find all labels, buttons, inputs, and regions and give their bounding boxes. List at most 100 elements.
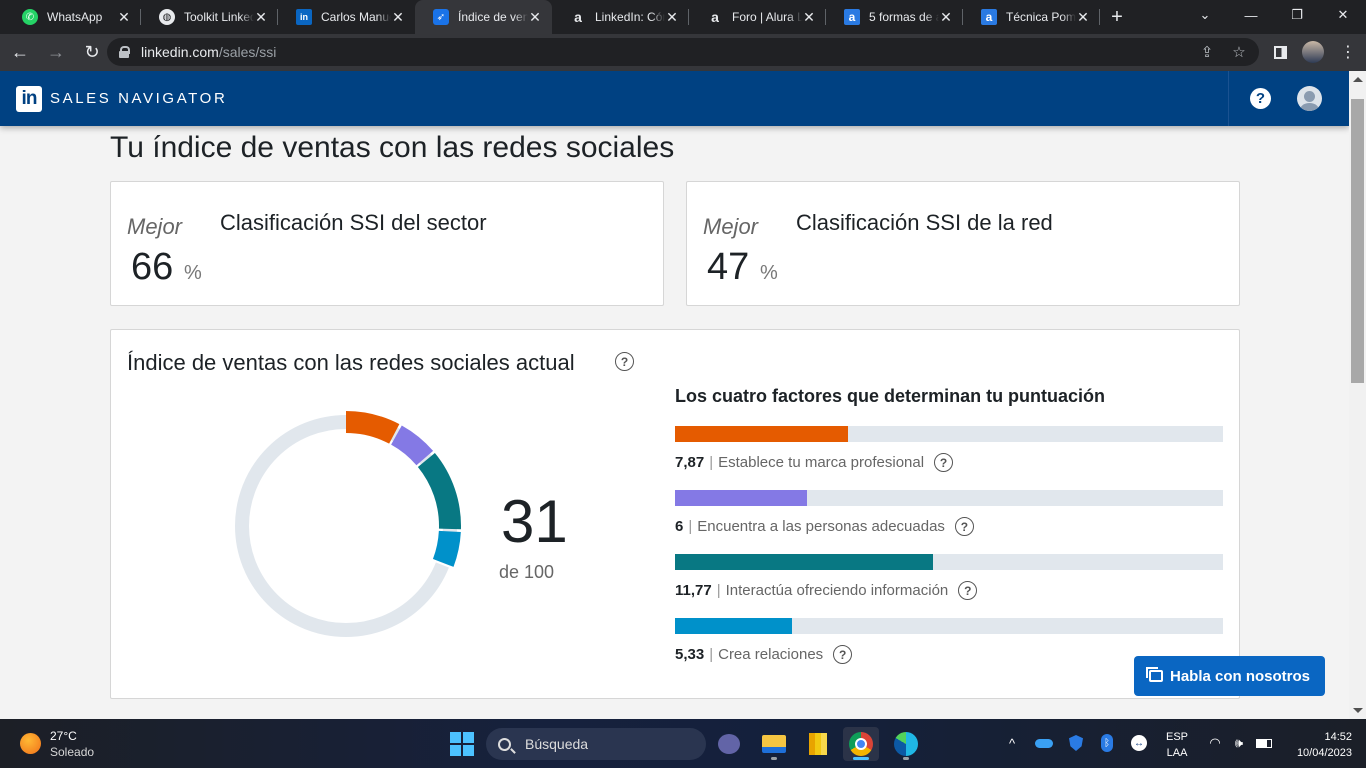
rank-unit: % [760, 262, 778, 284]
page-scrollbar[interactable] [1349, 71, 1366, 719]
power-bi-icon [809, 733, 827, 755]
network-rank-card: Mejor Clasificación SSI de la red 47 % [686, 181, 1240, 306]
browser-tab[interactable]: a Foro | Alura Latam✕ [689, 0, 826, 34]
close-tab-icon[interactable]: ✕ [939, 9, 953, 26]
tab-title: Toolkit LinkedIn [184, 10, 254, 24]
separator: | [688, 518, 693, 535]
close-tab-icon[interactable]: ✕ [802, 9, 816, 26]
browser-tab[interactable]: in Carlos Manuel ✕ [278, 0, 415, 34]
factor-value: 11,77 [675, 582, 712, 599]
factors-title: Los cuatro factores que determinan tu pu… [675, 386, 1106, 406]
scroll-down-arrow[interactable] [1353, 708, 1363, 713]
taskbar-search[interactable]: Búsqueda [486, 728, 706, 760]
factor-label-row: 11,77 | Interactúa ofreciendo información? [675, 581, 1223, 600]
alura-icon: a [711, 9, 719, 25]
share-icon[interactable]: ⇪ [1193, 38, 1221, 66]
folder-icon [762, 735, 786, 753]
browser-tab[interactable]: a LinkedIn: Cómo✕ [552, 0, 689, 34]
menu-icon[interactable]: ⋮ [1334, 38, 1362, 66]
factor-label: Encuentra a las personas adecuadas [697, 518, 945, 535]
volume-icon[interactable]: 🕪 [1230, 733, 1248, 753]
factor-label-row: 7,87 | Establece tu marca profesional? [675, 453, 1223, 472]
edge-icon [894, 732, 918, 756]
whatsapp-icon: ✆ [22, 9, 38, 25]
sun-weather-icon[interactable] [20, 733, 41, 754]
security-warning-icon[interactable] [1068, 733, 1084, 753]
linkedin-logo[interactable]: in [16, 86, 42, 112]
help-circle-icon[interactable]: ? [954, 517, 974, 536]
factor-value: 5,33 [675, 646, 705, 663]
battery-icon[interactable] [1254, 733, 1274, 753]
globe-icon: ◍ [159, 9, 175, 25]
compass-icon: ➶ [433, 9, 449, 25]
help-circle-icon[interactable]: ? [615, 352, 634, 371]
factor-value: 6 [675, 518, 684, 535]
close-tab-icon[interactable]: ✕ [1076, 9, 1090, 26]
weather-temperature[interactable]: 27°C [50, 729, 77, 743]
tab-search-icon[interactable]: ⌄ [1182, 0, 1228, 30]
app-name[interactable]: SALES NAVIGATOR [50, 90, 227, 107]
file-explorer-app[interactable] [756, 727, 792, 761]
lock-icon[interactable] [119, 46, 130, 58]
close-tab-icon[interactable]: ✕ [665, 9, 679, 26]
search-icon [498, 737, 511, 751]
rank-unit: % [184, 262, 202, 284]
user-avatar[interactable] [1297, 86, 1322, 111]
restore-button[interactable]: ❐ [1274, 0, 1320, 30]
alura-blue-icon: a [981, 9, 997, 25]
weather-condition[interactable]: Soleado [50, 745, 94, 759]
side-panel-icon[interactable] [1266, 38, 1294, 66]
chrome-app[interactable] [843, 727, 879, 761]
browser-tab[interactable]: a Técnica Pomodoro✕ [963, 0, 1100, 34]
edge-app[interactable] [888, 727, 924, 761]
browser-tab[interactable]: ◍ Toolkit LinkedIn✕ [141, 0, 278, 34]
browser-toolbar: ← → ↻ linkedin.com/sales/ssi ⇪ ☆ ⋮ [0, 34, 1366, 71]
reload-button[interactable]: ↻ [76, 37, 108, 69]
windows-start-icon[interactable] [450, 732, 474, 756]
browser-tab[interactable]: a 5 formas de a ✕ [826, 0, 963, 34]
forward-button[interactable]: → [40, 37, 72, 69]
factor-label: Interactúa ofreciendo información [725, 582, 949, 599]
address-bar[interactable]: linkedin.com/sales/ssi ⇪ ☆ [107, 38, 1259, 66]
tab-title: WhatsApp [47, 10, 103, 24]
factor-label: Crea relaciones [718, 646, 824, 663]
language-indicator[interactable]: ESP LAA [1166, 729, 1188, 761]
factor-item: 7,87 | Establece tu marca profesional? [675, 426, 1223, 472]
browser-tab[interactable]: ✆ WhatsApp ✕ [4, 0, 141, 34]
windows-taskbar: 27°C Soleado Búsqueda ^ ᛒ ↔ ESP LAA ◠ 🕪 … [0, 719, 1366, 768]
ssi-score-max: de 100 [499, 562, 555, 582]
bluetooth-icon[interactable]: ᛒ [1100, 733, 1114, 753]
back-button[interactable]: ← [4, 37, 36, 69]
onedrive-icon[interactable] [1034, 733, 1054, 753]
help-circle-icon[interactable]: ? [833, 645, 853, 664]
wifi-icon[interactable]: ◠ [1206, 733, 1224, 753]
help-icon[interactable]: ? [1250, 88, 1271, 109]
chat-with-us-button[interactable]: Habla con nosotros [1134, 656, 1325, 696]
url-path: /sales/ssi [218, 44, 277, 60]
system-clock[interactable]: 14:52 10/04/2023 [1284, 729, 1352, 761]
tray-overflow-chevron-icon[interactable]: ^ [1004, 733, 1020, 753]
donut-segment-4 [432, 530, 461, 567]
new-tab-button[interactable]: + [1100, 0, 1134, 34]
minimize-button[interactable]: — [1228, 0, 1274, 30]
help-circle-icon[interactable]: ? [958, 581, 978, 600]
rank-qualifier: Mejor [703, 214, 759, 239]
factor-progress-fill [675, 618, 792, 634]
close-tab-icon[interactable]: ✕ [254, 9, 268, 26]
teamviewer-icon[interactable]: ↔ [1130, 733, 1148, 753]
close-tab-icon[interactable]: ✕ [528, 9, 542, 26]
close-tab-icon[interactable]: ✕ [117, 9, 131, 26]
close-window-button[interactable]: ✕ [1320, 0, 1366, 30]
scroll-up-arrow[interactable] [1353, 77, 1363, 82]
power-bi-app[interactable] [800, 727, 836, 761]
browser-tab[interactable]: ➶ Índice de ventas✕ [415, 0, 552, 34]
teams-meet-app[interactable] [711, 727, 747, 761]
help-circle-icon[interactable]: ? [934, 453, 954, 472]
clock-date: 10/04/2023 [1296, 747, 1352, 759]
bookmark-star-icon[interactable]: ☆ [1225, 38, 1253, 66]
scroll-thumb[interactable] [1351, 99, 1364, 383]
close-tab-icon[interactable]: ✕ [391, 9, 405, 26]
alura-blue-icon: a [844, 9, 860, 25]
profile-avatar[interactable] [1302, 41, 1324, 63]
donut-segment-3 [417, 453, 461, 530]
